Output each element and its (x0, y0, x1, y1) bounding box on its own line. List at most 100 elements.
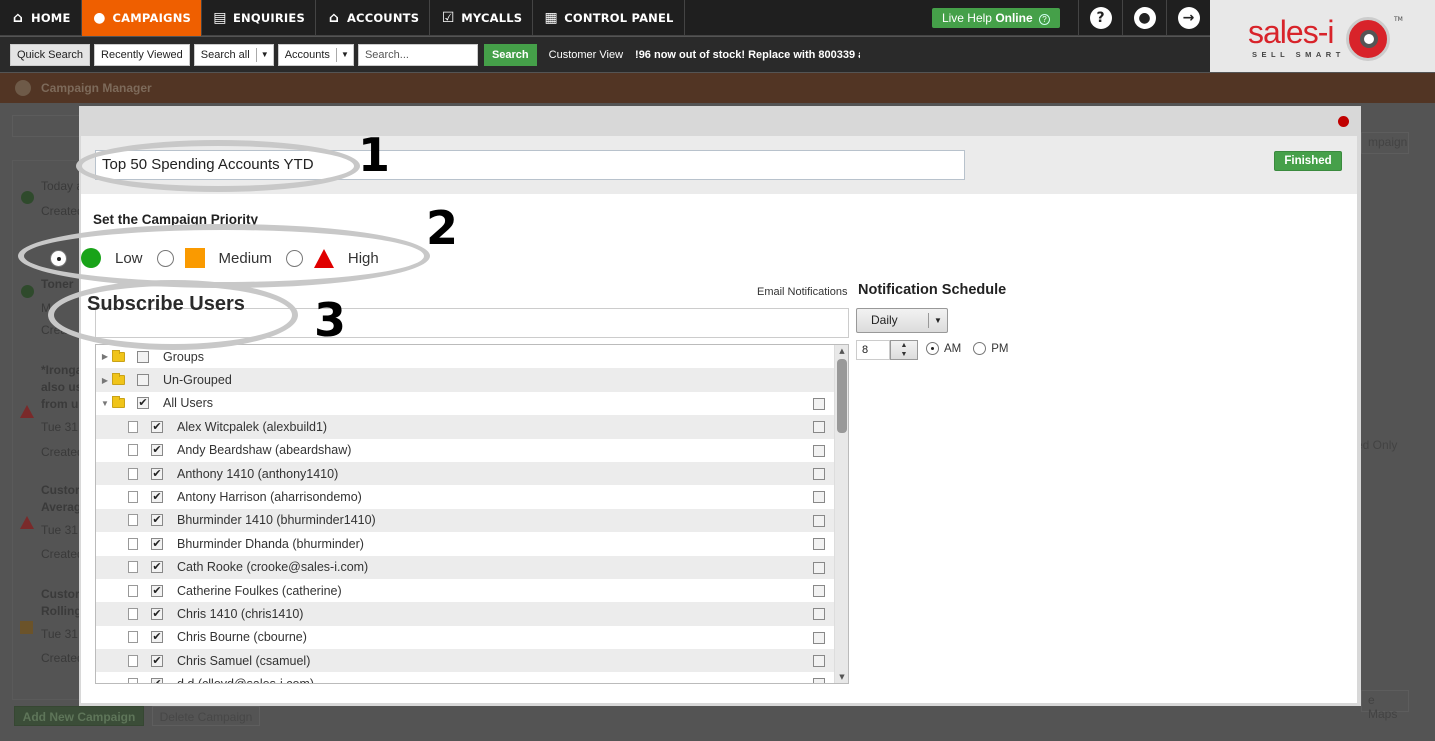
user-checkbox[interactable]: ✔ (151, 467, 163, 480)
hour-stepper[interactable]: 8 ▲ ▼ (856, 340, 918, 360)
profile-button[interactable]: ● (1122, 0, 1166, 36)
high-priority-icon (313, 248, 334, 268)
scroll-thumb[interactable] (837, 359, 847, 433)
nav-home[interactable]: ⌂ HOME (0, 0, 82, 36)
user-row[interactable]: ✔ Andy Beardshaw (abeardshaw) (96, 439, 848, 462)
tree-group-row[interactable]: ▼ ✔ All Users (96, 392, 848, 415)
logout-button[interactable]: → (1166, 0, 1210, 36)
tree-group-row[interactable]: ▶ Un-Grouped (96, 368, 848, 392)
priority-medium-radio[interactable] (156, 249, 174, 267)
email-notification-checkbox[interactable] (813, 584, 825, 597)
user-row[interactable]: ✔ Alex Witcpalek (alexbuild1) (96, 415, 848, 439)
campaign-title: *Ironga (41, 363, 83, 377)
nav-enquiries[interactable]: ▤ ENQUIRIES (202, 0, 316, 36)
collapse-icon[interactable]: ▼ (101, 399, 109, 408)
live-help-button[interactable]: Live Help Online ? (931, 8, 1060, 28)
pm-label: PM (991, 342, 1009, 355)
campaign-created: Created (41, 204, 84, 218)
group-checkbox[interactable] (137, 374, 149, 387)
am-radio[interactable] (926, 342, 939, 355)
email-notification-checkbox[interactable] (813, 444, 825, 457)
user-checkbox[interactable]: ✔ (151, 678, 163, 683)
email-notification-checkbox[interactable] (813, 678, 825, 683)
nav-campaigns[interactable]: ● CAMPAIGNS (81, 0, 202, 36)
priority-low-radio[interactable] (50, 249, 67, 267)
logo-text: sales-i (1248, 14, 1334, 50)
user-checkbox[interactable]: ✔ (151, 491, 163, 504)
chevron-down-icon: ▼ (934, 316, 942, 325)
delete-campaign-button: Delete Campaign (152, 706, 260, 726)
hour-value[interactable]: 8 (856, 340, 890, 360)
user-checkbox[interactable]: ✔ (151, 537, 163, 550)
user-checkbox[interactable]: ✔ (151, 654, 163, 667)
trademark: TM (1394, 16, 1403, 23)
title-band: Top 50 Spending Accounts YTD Finished (81, 136, 1357, 194)
user-checkbox[interactable]: ✔ (151, 514, 163, 527)
user-row[interactable]: ✔ Anthony 1410 (anthony1410) (96, 461, 848, 486)
email-notification-checkbox[interactable] (813, 514, 825, 527)
email-notification-checkbox[interactable] (813, 631, 825, 644)
folder-icon (112, 349, 125, 362)
email-notification-checkbox[interactable] (813, 538, 825, 551)
user-row[interactable]: ✔ Antony Harrison (aharrisondemo) (96, 485, 848, 508)
email-notification-checkbox[interactable] (813, 608, 825, 621)
user-row[interactable]: ✔ d d (clloyd@sales-i.com) (96, 672, 848, 683)
scroll-down-icon[interactable]: ▼ (835, 671, 848, 683)
nav-accounts[interactable]: ⌂ ACCOUNTS (316, 0, 431, 36)
user-row[interactable]: ✔ Cath Rooke (crooke@sales-i.com) (96, 555, 848, 579)
top-right-controls: Live Help Online ? ? ● → (931, 0, 1210, 36)
nav-control-panel[interactable]: ▦ CONTROL PANEL (533, 0, 685, 36)
email-notification-checkbox[interactable] (813, 397, 825, 410)
user-checkbox[interactable]: ✔ (151, 444, 163, 457)
email-notification-checkbox[interactable] (813, 421, 825, 434)
search-button[interactable]: Search (483, 43, 537, 66)
logo-tagline: SELL SMART (1252, 50, 1345, 59)
user-row[interactable]: ✔ Bhurminder Dhanda (bhurminder) (96, 532, 848, 555)
user-row[interactable]: ✔ Chris 1410 (chris1410) (96, 602, 848, 626)
customer-view-link[interactable]: Customer View (549, 49, 623, 61)
user-checkbox[interactable]: ✔ (151, 420, 163, 433)
campaign-edit-modal: Top 50 Spending Accounts YTD Finished Se… (50, 106, 1361, 706)
scroll-up-icon[interactable]: ▲ (835, 345, 848, 357)
user-checkbox[interactable]: ✔ (151, 631, 163, 644)
user-row[interactable]: ✔ Chris Bourne (cbourne) (96, 626, 848, 649)
search-scope-select[interactable]: Search all ▼ (193, 43, 274, 66)
search-type-select[interactable]: Accounts ▼ (277, 43, 354, 66)
nav-enquiries-label: ENQUIRIES (233, 11, 305, 25)
help-button[interactable]: ? (1078, 0, 1122, 36)
spinner-arrows-icon[interactable]: ▲ ▼ (890, 340, 918, 360)
user-label: d d (clloyd@sales-i.com) (177, 677, 314, 683)
frequency-select[interactable]: Daily ▼ (856, 308, 948, 333)
user-row[interactable]: ✔ Chris Samuel (csamuel) (96, 649, 848, 673)
email-notification-checkbox[interactable] (813, 561, 825, 574)
email-notification-checkbox[interactable] (813, 491, 825, 504)
priority-high-radio[interactable] (285, 249, 303, 267)
file-icon (128, 678, 138, 683)
tree-group-row[interactable]: ▶ Groups (96, 345, 848, 368)
finished-button[interactable]: Finished (1274, 151, 1342, 171)
user-checkbox[interactable]: ✔ (151, 607, 163, 620)
expand-icon[interactable]: ▶ (101, 376, 109, 385)
recently-viewed-tab[interactable]: Recently Viewed (94, 43, 190, 66)
email-notifications-label: Email Notifications (757, 286, 848, 298)
expand-icon[interactable]: ▶ (101, 352, 109, 361)
close-icon[interactable] (1338, 116, 1349, 127)
group-checkbox[interactable] (137, 350, 149, 363)
file-icon (128, 631, 138, 644)
campaign-title-2: Averag (41, 500, 82, 514)
pm-radio[interactable] (973, 342, 987, 355)
search-input[interactable]: Search... (357, 43, 478, 66)
user-checkbox[interactable]: ✔ (151, 561, 163, 574)
user-checkbox[interactable]: ✔ (151, 584, 163, 597)
email-notification-checkbox[interactable] (813, 467, 825, 480)
email-notification-checkbox[interactable] (813, 655, 825, 668)
user-row[interactable]: ✔ Catherine Foulkes (catherine) (96, 579, 848, 602)
group-checkbox[interactable]: ✔ (137, 397, 149, 410)
tree-scrollbar[interactable]: ▲ ▼ (834, 345, 848, 683)
user-row[interactable]: ✔ Bhurminder 1410 (bhurminder1410) (96, 508, 848, 533)
campaign-name-input[interactable]: Top 50 Spending Accounts YTD (95, 150, 965, 180)
quick-search-tab[interactable]: Quick Search (10, 43, 91, 66)
nav-mycalls[interactable]: ☑ MYCALLS (430, 0, 534, 36)
user-icon: ● (1133, 7, 1156, 29)
search-bar: Quick Search Recently Viewed Search all … (0, 37, 1210, 72)
